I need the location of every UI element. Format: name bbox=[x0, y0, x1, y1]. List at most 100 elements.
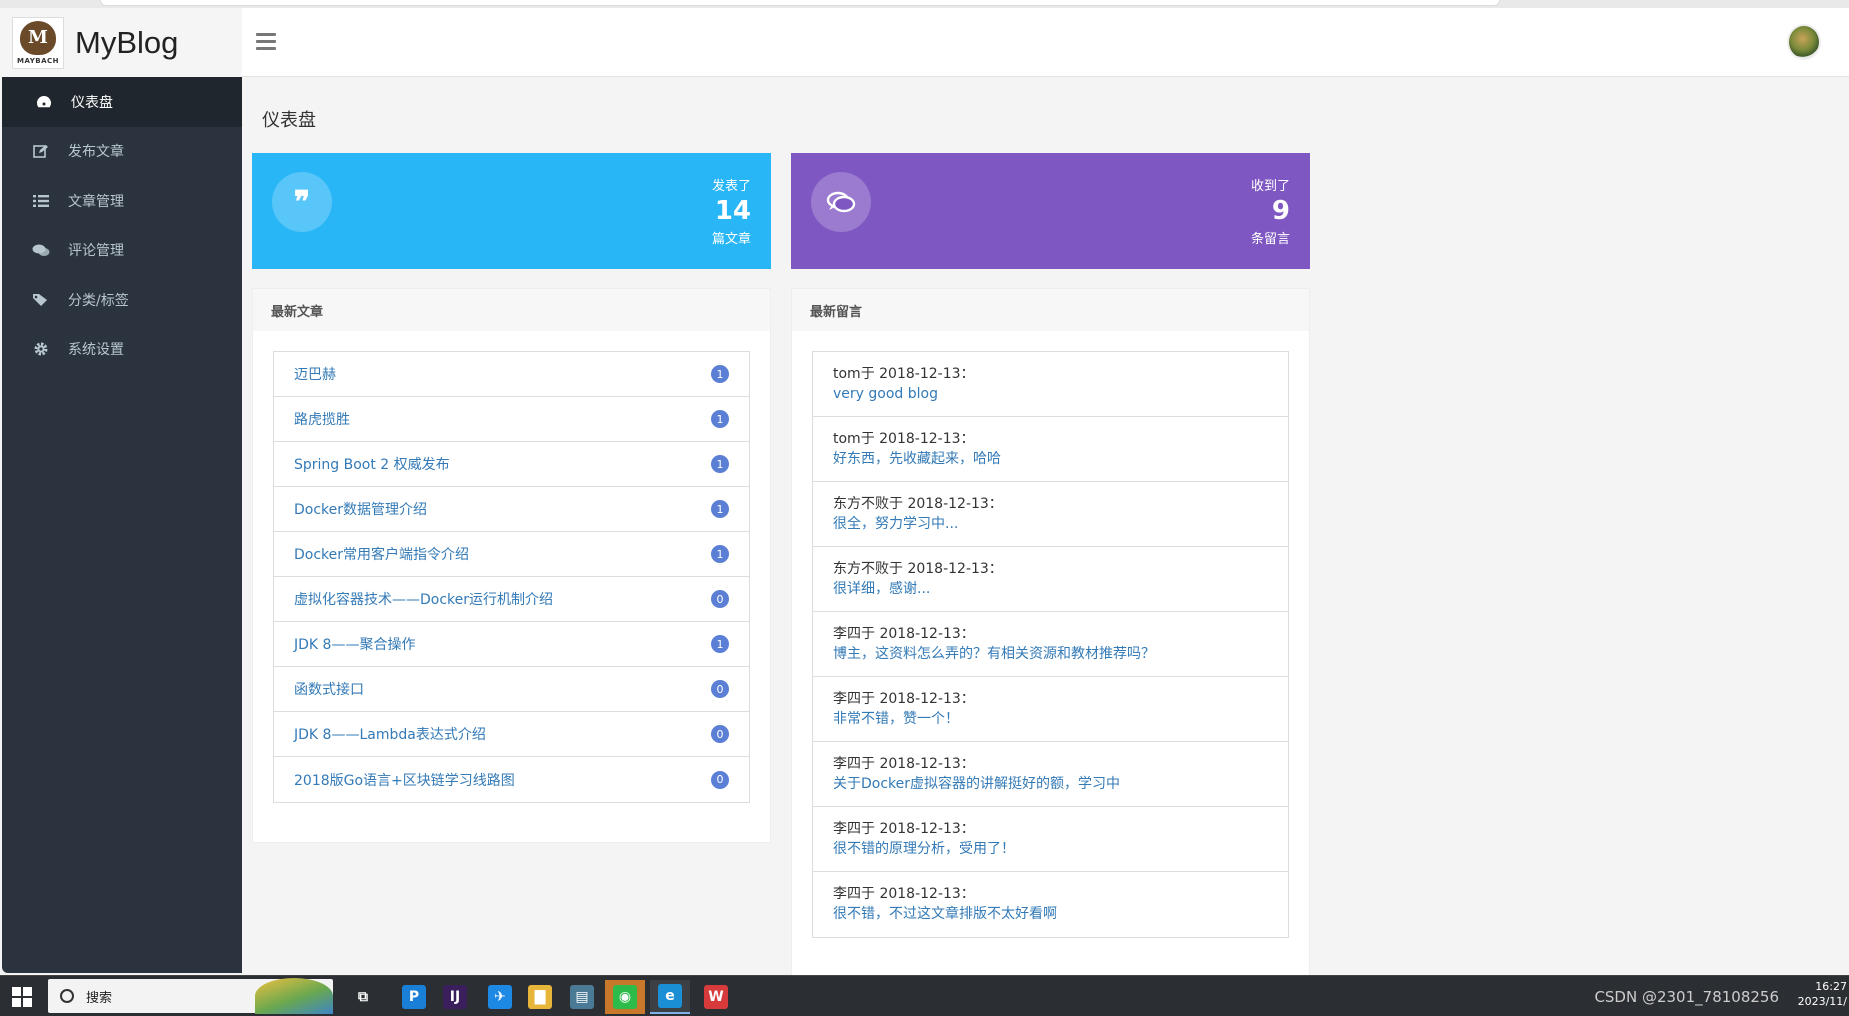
latest-posts-title: 最新文章 bbox=[253, 289, 770, 331]
comment-author-date: 李四于 2018-12-13： bbox=[833, 756, 975, 772]
comments-stat-card: 收到了 9 条留言 bbox=[791, 153, 1310, 269]
search-icon bbox=[60, 989, 74, 1003]
pycharm-icon: P bbox=[402, 985, 426, 1009]
posts-stat-label-top: 发表了 bbox=[711, 179, 751, 194]
post-list-item[interactable]: JDK 8——Lambda表达式介绍 0 bbox=[274, 712, 749, 757]
post-title-link[interactable]: 虚拟化容器技术——Docker运行机制介绍 bbox=[294, 589, 553, 609]
post-list-item[interactable]: Docker数据管理介绍 1 bbox=[274, 487, 749, 532]
comment-list-item: 李四于 2018-12-13： 非常不错，赞一个！ bbox=[813, 677, 1288, 742]
sidebar-item-comments[interactable]: 评论管理 bbox=[2, 226, 242, 276]
comment-list-item: 李四于 2018-12-13： 博主，这资料怎么弄的？有相关资源和教材推荐吗？ bbox=[813, 612, 1288, 677]
post-list-item[interactable]: 虚拟化容器技术——Docker运行机制介绍 0 bbox=[274, 577, 749, 622]
comment-text-link[interactable]: 很全，努力学习中... bbox=[833, 514, 1268, 534]
post-list-item[interactable]: 迈巴赫 1 bbox=[274, 352, 749, 397]
taskbar-clock[interactable]: 16:27 2023/11/ bbox=[1798, 979, 1847, 1009]
latest-posts-panel: 最新文章 迈巴赫 1 路虎揽胜 1 Spring Boot 2 权威发布 1 Docker数… bbox=[252, 288, 771, 843]
comment-text-link[interactable]: 好东西，先收藏起来，哈哈 bbox=[833, 449, 1268, 469]
latest-comments-panel: 最新留言 tom于 2018-12-13： very good blog tom于 … bbox=[791, 288, 1310, 978]
post-title-link[interactable]: 迈巴赫 bbox=[294, 364, 336, 384]
intellij-icon: IJ bbox=[443, 985, 467, 1009]
comment-count-badge: 1 bbox=[711, 500, 729, 518]
comment-count-badge: 1 bbox=[711, 455, 729, 473]
sidebar-item-articles[interactable]: 文章管理 bbox=[2, 176, 242, 226]
dashboard-icon bbox=[33, 93, 55, 111]
comment-list-item: tom于 2018-12-13： very good blog bbox=[813, 352, 1288, 417]
page-title: 仪表盘 bbox=[262, 110, 316, 131]
sidebar-item-publish[interactable]: 发布文章 bbox=[2, 127, 242, 177]
sidebar-item-label: 分类/标签 bbox=[68, 292, 129, 309]
brand[interactable]: M MAYBACH MyBlog bbox=[2, 8, 242, 77]
taskbar-app[interactable]: ⧉ bbox=[343, 980, 383, 1014]
post-list-item[interactable]: 路虎揽胜 1 bbox=[274, 397, 749, 442]
brand-logo: M MAYBACH bbox=[12, 16, 64, 69]
file-explorer-icon: ▇ bbox=[528, 985, 552, 1009]
comment-list-item: 李四于 2018-12-13： 很不错，不过这文章排版不太好看啊 bbox=[813, 872, 1288, 937]
windows-start-icon[interactable] bbox=[12, 987, 32, 1007]
sidebar-item-label: 仪表盘 bbox=[71, 94, 113, 111]
comment-author-date: tom于 2018-12-13： bbox=[833, 366, 975, 382]
latest-comments-list: tom于 2018-12-13： very good blog tom于 2018-… bbox=[812, 351, 1289, 938]
edge-icon: e bbox=[658, 984, 682, 1008]
user-avatar[interactable] bbox=[1787, 24, 1821, 60]
comment-author-date: 李四于 2018-12-13： bbox=[833, 626, 975, 642]
list-icon bbox=[30, 192, 52, 210]
taskbar-app[interactable]: ✈ bbox=[480, 980, 520, 1014]
taskbar-app[interactable]: ◉ bbox=[605, 980, 645, 1014]
post-list-item[interactable]: 函数式接口 0 bbox=[274, 667, 749, 712]
post-list-item[interactable]: JDK 8——聚合操作 1 bbox=[274, 622, 749, 667]
comment-text-link[interactable]: very good blog bbox=[833, 384, 1268, 404]
maybach-logo-icon: M bbox=[20, 20, 56, 55]
comment-author-date: 李四于 2018-12-13： bbox=[833, 821, 975, 837]
sidebar-toggle-icon[interactable] bbox=[256, 33, 276, 51]
clock-time: 16:27 bbox=[1815, 980, 1847, 993]
comment-list-item: tom于 2018-12-13： 好东西，先收藏起来，哈哈 bbox=[813, 417, 1288, 482]
post-title-link[interactable]: 2018版Go语言+区块链学习线路图 bbox=[294, 770, 515, 790]
comment-list-item: 李四于 2018-12-13： 很不错的原理分析，受用了！ bbox=[813, 807, 1288, 872]
sidebar-item-settings[interactable]: 系统设置 bbox=[2, 325, 242, 375]
post-list-item[interactable]: Docker常用客户端指令介绍 1 bbox=[274, 532, 749, 577]
comment-count-badge: 1 bbox=[711, 410, 729, 428]
brand-name[interactable]: MyBlog bbox=[75, 25, 178, 61]
comment-count-badge: 0 bbox=[711, 725, 729, 743]
posts-stat-value: 14 bbox=[714, 196, 751, 226]
taskbar-app[interactable]: e bbox=[650, 980, 690, 1014]
comment-list-item: 李四于 2018-12-13： 关于Docker虚拟容器的讲解挺好的额，学习中 bbox=[813, 742, 1288, 807]
comment-text-link[interactable]: 很详细，感谢... bbox=[833, 579, 1268, 599]
tray-watermark-text: CSDN @2301_78108256 bbox=[1594, 988, 1779, 1006]
comment-text-link[interactable]: 很不错，不过这文章排版不太好看啊 bbox=[833, 904, 1268, 924]
post-title-link[interactable]: 路虎揽胜 bbox=[294, 409, 350, 429]
taskbar-app[interactable]: ▇ bbox=[520, 980, 560, 1014]
comment-text-link[interactable]: 很不错的原理分析，受用了！ bbox=[833, 839, 1268, 859]
taskbar-app[interactable]: ▤ bbox=[562, 980, 602, 1014]
post-title-link[interactable]: 函数式接口 bbox=[294, 679, 364, 699]
taskbar-app[interactable]: W bbox=[696, 980, 736, 1014]
latest-posts-list: 迈巴赫 1 路虎揽胜 1 Spring Boot 2 权威发布 1 Docker数据管理介绍… bbox=[273, 351, 750, 803]
clock-date: 2023/11/ bbox=[1797, 995, 1847, 1008]
sidebar-item-dashboard[interactable]: 仪表盘 bbox=[2, 77, 242, 127]
tags-icon bbox=[30, 291, 52, 309]
taskbar-app[interactable]: P bbox=[394, 980, 434, 1014]
post-list-item[interactable]: Spring Boot 2 权威发布 1 bbox=[274, 442, 749, 487]
comment-author-date: 李四于 2018-12-13： bbox=[833, 886, 975, 902]
browser-tab-bar bbox=[100, 0, 1500, 6]
comment-author-date: 东方不败于 2018-12-13： bbox=[833, 561, 1003, 577]
comment-count-badge: 0 bbox=[711, 680, 729, 698]
sidebar-item-tags[interactable]: 分类/标签 bbox=[2, 275, 242, 325]
comment-author-date: 李四于 2018-12-13： bbox=[833, 691, 975, 707]
post-list-item[interactable]: 2018版Go语言+区块链学习线路图 0 bbox=[274, 757, 749, 802]
taskbar-app[interactable]: IJ bbox=[435, 980, 475, 1014]
edit-icon bbox=[30, 142, 52, 160]
sidebar-item-label: 文章管理 bbox=[68, 193, 124, 210]
post-title-link[interactable]: Docker数据管理介绍 bbox=[294, 499, 427, 519]
post-title-link[interactable]: JDK 8——Lambda表达式介绍 bbox=[294, 724, 486, 744]
post-title-link[interactable]: Spring Boot 2 权威发布 bbox=[294, 454, 450, 474]
comment-count-badge: 1 bbox=[711, 545, 729, 563]
comments-stat-value: 9 bbox=[1271, 196, 1290, 226]
comment-text-link[interactable]: 博主，这资料怎么弄的？有相关资源和教材推荐吗？ bbox=[833, 644, 1268, 664]
comment-text-link[interactable]: 关于Docker虚拟容器的讲解挺好的额，学习中 bbox=[833, 774, 1268, 794]
comment-text-link[interactable]: 非常不错，赞一个！ bbox=[833, 709, 1268, 729]
post-title-link[interactable]: JDK 8——聚合操作 bbox=[294, 634, 415, 654]
post-title-link[interactable]: Docker常用客户端指令介绍 bbox=[294, 544, 469, 564]
sidebar-item-label: 发布文章 bbox=[68, 144, 124, 161]
comment-list-item: 东方不败于 2018-12-13： 很全，努力学习中... bbox=[813, 482, 1288, 547]
